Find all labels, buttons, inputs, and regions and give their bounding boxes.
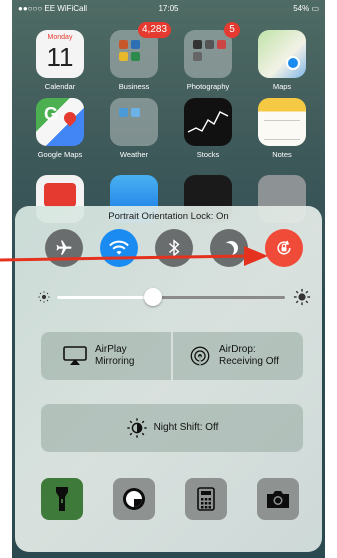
- arrow-shaft: [0, 254, 247, 262]
- arrow-head: [244, 246, 268, 266]
- annotation-arrow: [0, 246, 268, 266]
